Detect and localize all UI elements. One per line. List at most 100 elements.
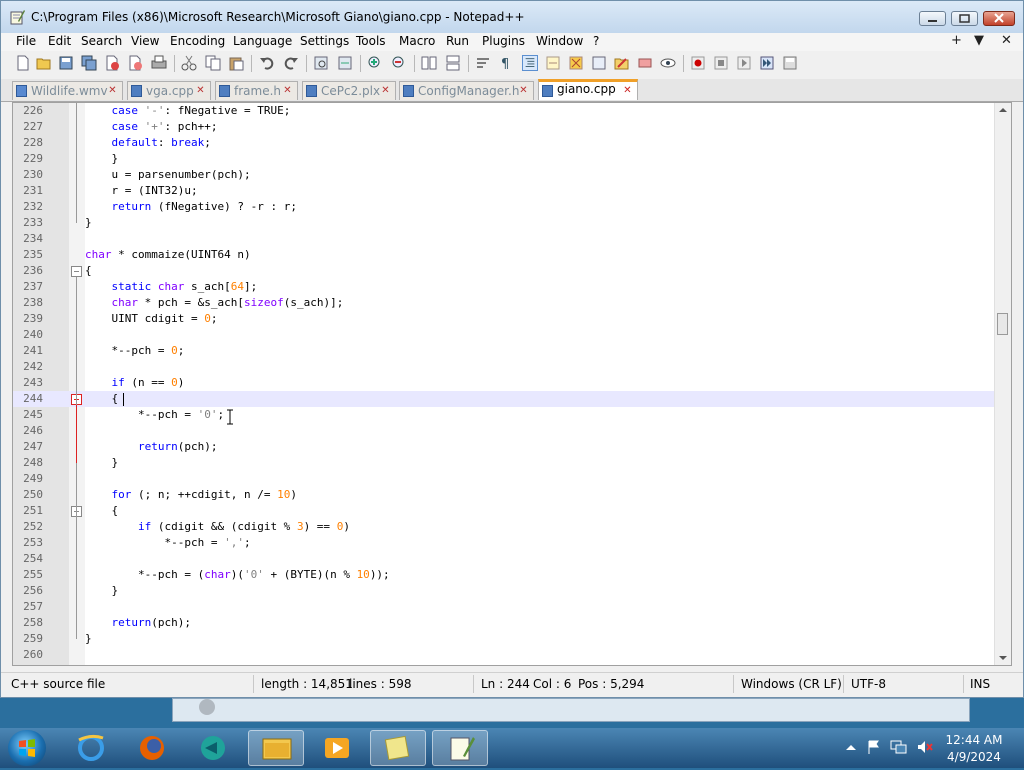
title-bar[interactable]: C:\Program Files (x86)\Microsoft Researc… xyxy=(1,1,1023,33)
code-line[interactable]: 259} xyxy=(13,631,997,647)
function-list-icon[interactable] xyxy=(591,55,607,71)
close-tab-button[interactable]: ✕ xyxy=(1001,33,1012,48)
run-macro-multiple-icon[interactable] xyxy=(759,55,775,71)
code-line[interactable]: 238 char * pch = &s_ach[sizeof(s_ach)]; xyxy=(13,295,997,311)
code-line[interactable]: 231 r = (INT32)u; xyxy=(13,183,997,199)
code-line[interactable]: 226 case '-': fNegative = TRUE; xyxy=(13,103,997,119)
tab-configmanager-h[interactable]: ConfigManager.h ✕ xyxy=(399,81,534,100)
fold-toggle-icon[interactable] xyxy=(71,266,82,277)
code-line[interactable]: 253 *--pch = ','; xyxy=(13,535,997,551)
taskbar-sticky-notes[interactable] xyxy=(370,730,426,766)
action-center-flag-icon[interactable] xyxy=(866,739,882,755)
menu-window[interactable]: Window xyxy=(536,34,583,48)
indent-guide-icon[interactable] xyxy=(522,55,538,71)
folder-workspace-icon[interactable] xyxy=(614,55,630,71)
menu-settings[interactable]: Settings xyxy=(300,34,349,48)
code-line[interactable]: 230 u = parsenumber(pch); xyxy=(13,167,997,183)
close-window-button[interactable] xyxy=(983,11,1015,26)
tab-close-icon[interactable]: ✕ xyxy=(195,85,206,96)
undo-icon[interactable] xyxy=(259,55,275,71)
vertical-scrollbar[interactable] xyxy=(994,103,1011,665)
start-button[interactable] xyxy=(8,730,46,766)
code-line[interactable]: 251 { xyxy=(13,503,997,519)
menu-run[interactable]: Run xyxy=(446,34,469,48)
code-line[interactable]: 243 if (n == 0) xyxy=(13,375,997,391)
sync-horizontal-icon[interactable] xyxy=(445,55,461,71)
minimize-button[interactable] xyxy=(919,11,946,26)
new-tab-button[interactable]: + xyxy=(951,33,962,48)
clock-date[interactable]: 4/9/2024 xyxy=(944,750,1004,764)
menu-help[interactable]: ? xyxy=(593,34,599,48)
code-line[interactable]: 257 xyxy=(13,599,997,615)
code-line[interactable]: 236 { xyxy=(13,263,997,279)
tab-wildlife[interactable]: Wildlife.wmv ✕ xyxy=(12,81,123,100)
code-line[interactable]: 248 } xyxy=(13,455,997,471)
zoom-in-icon[interactable] xyxy=(367,55,383,71)
menu-view[interactable]: View xyxy=(131,34,159,48)
taskbar-firefox[interactable] xyxy=(124,730,180,766)
code-line[interactable]: 234 xyxy=(13,231,997,247)
code-line[interactable]: 249 xyxy=(13,471,997,487)
find-icon[interactable] xyxy=(313,55,329,71)
copy-icon[interactable] xyxy=(205,55,221,71)
tab-vga-cpp[interactable]: vga.cpp ✕ xyxy=(127,81,211,100)
print-icon[interactable] xyxy=(151,55,167,71)
zoom-out-icon[interactable] xyxy=(391,55,407,71)
code-line[interactable]: 235 char * commaize(UINT64 n) xyxy=(13,247,997,263)
taskbar-explorer[interactable] xyxy=(248,730,304,766)
clock-time[interactable]: 12:44 AM xyxy=(944,733,1004,747)
close-all-icon[interactable] xyxy=(127,55,143,71)
redo-icon[interactable] xyxy=(283,55,299,71)
document-list-icon[interactable] xyxy=(637,55,653,71)
code-line[interactable]: 250 for (; n; ++cdigit, n /= 10) xyxy=(13,487,997,503)
tab-giano-cpp[interactable]: giano.cpp ✕ xyxy=(538,79,638,100)
doc-map-icon[interactable] xyxy=(568,55,584,71)
sync-vertical-icon[interactable] xyxy=(421,55,437,71)
word-wrap-icon[interactable] xyxy=(475,55,491,71)
close-file-icon[interactable] xyxy=(104,55,120,71)
menu-file[interactable]: File xyxy=(16,34,36,48)
new-file-icon[interactable] xyxy=(15,55,31,71)
code-line[interactable]: 252 if (cdigit && (cdigit % 3) == 0) xyxy=(13,519,997,535)
show-all-chars-icon[interactable]: ¶ xyxy=(498,55,514,71)
cut-icon[interactable] xyxy=(181,55,197,71)
code-line[interactable]: 229 } xyxy=(13,151,997,167)
save-all-icon[interactable] xyxy=(81,55,97,71)
tab-close-icon[interactable]: ✕ xyxy=(518,85,529,96)
tab-close-icon[interactable]: ✕ xyxy=(107,85,118,96)
code-line[interactable]: 242 xyxy=(13,359,997,375)
show-hidden-icons-icon[interactable] xyxy=(843,740,859,756)
code-line[interactable]: 244 { xyxy=(13,391,997,407)
scrollbar-thumb[interactable] xyxy=(997,313,1008,335)
scroll-up-icon[interactable] xyxy=(995,103,1011,117)
code-line[interactable]: 258 return(pch); xyxy=(13,615,997,631)
code-line[interactable]: 240 xyxy=(13,327,997,343)
taskbar-app-globe[interactable] xyxy=(185,730,241,766)
code-line[interactable]: 232 return (fNegative) ? -r : r; xyxy=(13,199,997,215)
code-line[interactable]: 246 xyxy=(13,423,997,439)
menu-edit[interactable]: Edit xyxy=(48,34,71,48)
code-line[interactable]: 254 xyxy=(13,551,997,567)
scroll-down-icon[interactable] xyxy=(995,651,1011,665)
stop-macro-icon[interactable] xyxy=(713,55,729,71)
taskbar-notepadpp[interactable] xyxy=(432,730,488,766)
menu-encoding[interactable]: Encoding xyxy=(170,34,225,48)
code-line[interactable]: 237 static char s_ach[64]; xyxy=(13,279,997,295)
tab-close-icon[interactable]: ✕ xyxy=(622,85,633,96)
volume-muted-icon[interactable] xyxy=(916,739,934,755)
save-macro-icon[interactable] xyxy=(782,55,798,71)
play-macro-icon[interactable] xyxy=(736,55,752,71)
replace-icon[interactable] xyxy=(337,55,353,71)
taskbar-media-player[interactable] xyxy=(309,730,365,766)
paste-icon[interactable] xyxy=(228,55,244,71)
code-line[interactable]: 256 } xyxy=(13,583,997,599)
save-icon[interactable] xyxy=(58,55,74,71)
code-line[interactable]: 233} xyxy=(13,215,997,231)
menu-search[interactable]: Search xyxy=(81,34,122,48)
tab-close-icon[interactable]: ✕ xyxy=(380,85,391,96)
menu-plugins[interactable]: Plugins xyxy=(482,34,525,48)
network-icon[interactable] xyxy=(890,739,908,755)
tab-list-button[interactable]: ▼ xyxy=(974,33,984,48)
monitoring-eye-icon[interactable] xyxy=(660,55,676,71)
code-line[interactable]: 260 xyxy=(13,647,997,663)
